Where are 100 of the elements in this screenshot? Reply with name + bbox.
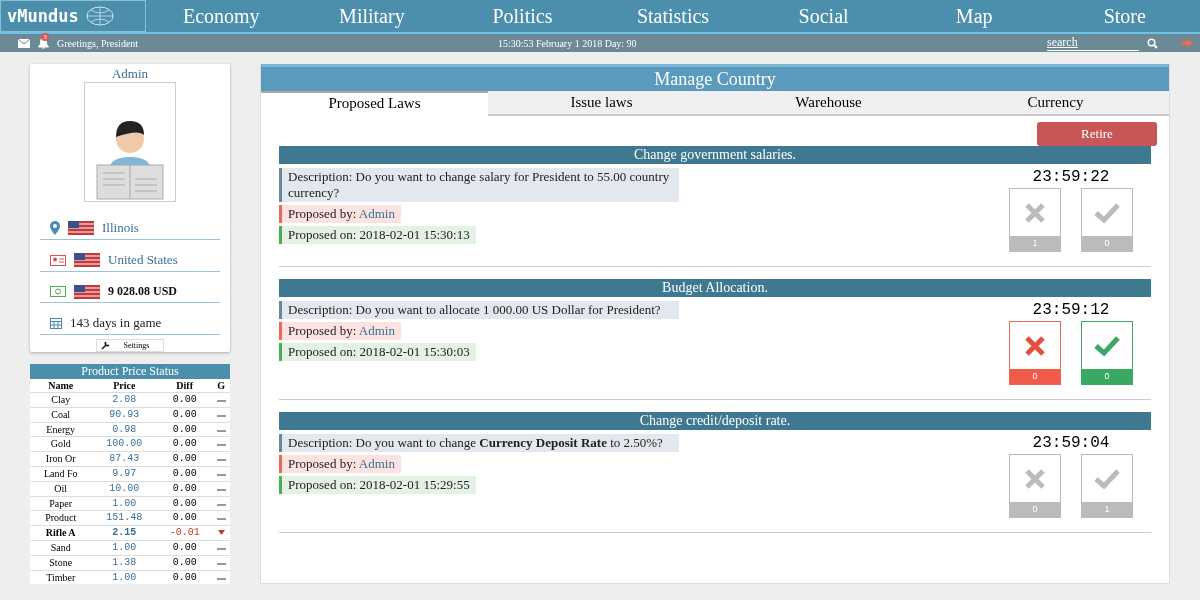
profile-info-text[interactable]: Illinois (102, 220, 139, 236)
law-title: Change credit/deposit rate. (279, 412, 1151, 430)
nav-link[interactable]: Map (898, 0, 1050, 32)
logo[interactable]: vMundus (0, 0, 146, 32)
table-cell: 0.98 (91, 422, 158, 437)
profile-info-text[interactable]: United States (108, 252, 178, 268)
proposed-by-text: Proposed by: Admin (279, 205, 401, 223)
table-cell: 100.00 (91, 436, 158, 452)
flag-icon (68, 221, 94, 235)
nav-link[interactable]: Statistics (597, 0, 749, 32)
table-cell: Oil (30, 481, 92, 497)
nav-link[interactable]: Politics (447, 0, 598, 32)
table-cell: Clay (30, 392, 92, 408)
law-title: Change government salaries. (279, 146, 1151, 164)
proposer-link[interactable]: Admin (358, 323, 395, 338)
law-title: Budget Allocation. (279, 279, 1151, 297)
table-cell: 1.00 (91, 496, 158, 511)
countdown-timer: 23:59:12 (1032, 301, 1110, 319)
tab[interactable]: Issue laws (488, 91, 715, 116)
player-name[interactable]: Admin (111, 66, 149, 82)
cross-icon (1024, 335, 1046, 357)
table-cell: Coal (30, 407, 92, 423)
table-cell: 0.00 (157, 466, 213, 482)
law-description: Description: Do you want to change salary for President to 55.00 country currency? (279, 168, 679, 202)
table-cell: Rifle A (30, 525, 92, 541)
vote-against-button[interactable]: 1 (1009, 188, 1061, 252)
checkmark-icon (1094, 335, 1120, 357)
table-cell: Gold (30, 436, 92, 452)
wrench-icon (100, 341, 110, 350)
table-cell: Timber (30, 570, 92, 585)
table-cell: 0.00 (157, 422, 213, 437)
table-cell: 2.08 (91, 392, 158, 408)
table-cell: 9.97 (91, 466, 158, 482)
table-cell: 0.00 (157, 540, 213, 556)
vote-against-button[interactable]: 0 (1009, 454, 1061, 518)
table-cell: 0.00 (157, 570, 213, 585)
table-cell: 0.00 (157, 481, 213, 497)
table-cell: Paper (30, 496, 92, 511)
flag-icon (74, 284, 100, 299)
panel-title: Manage Country (261, 64, 1169, 91)
table-cell: 1.00 (91, 540, 158, 556)
table-cell: 2.15 (91, 525, 158, 541)
table-cell: 90.93 (91, 407, 158, 423)
id-card-icon (50, 254, 66, 266)
cross-icon (1024, 468, 1046, 490)
table-cell: Product (30, 510, 92, 526)
settings-button[interactable]: Settings (95, 339, 165, 352)
days-in-game-text: 143 days in game (70, 315, 162, 331)
tab[interactable]: Warehouse (715, 91, 942, 116)
nav-link[interactable]: Store (1049, 0, 1200, 32)
retire-button[interactable]: Retire (1037, 122, 1157, 146)
nav-link[interactable]: Social (748, 0, 899, 32)
proposed-by-text: Proposed by: Admin (279, 455, 401, 473)
table-cell: 0.00 (157, 510, 213, 526)
proposer-link[interactable]: Admin (358, 456, 395, 471)
column-header: G (212, 379, 230, 393)
law-description: Description: Do you want to change Currency Deposit Rate to 2.50%? (279, 434, 679, 452)
date-time-text: 15:30:53 February 1 2018 Day: 90 (498, 37, 638, 49)
tab[interactable]: Currency (942, 91, 1169, 116)
table-cell: Stone (30, 555, 92, 571)
law-description: Description: Do you want to allocate 1 000.00 US Dollar for President? (279, 301, 679, 319)
table-cell: 1.00 (91, 570, 158, 585)
proposed-on-text: Proposed on: 2018-02-01 15:30:13 (279, 226, 476, 244)
bell-icon[interactable] (38, 37, 49, 49)
globe-icon (84, 6, 115, 26)
table-cell: 87.43 (91, 451, 158, 467)
table-cell: 0.00 (157, 496, 213, 511)
vote-for-button[interactable]: 0 (1081, 321, 1133, 385)
table-cell: 0.00 (157, 407, 213, 423)
proposer-link[interactable]: Admin (358, 206, 395, 221)
vote-against-button[interactable]: 0 (1009, 321, 1061, 385)
mail-icon[interactable] (18, 38, 30, 48)
location-pin-icon (50, 221, 60, 235)
countdown-timer: 23:59:04 (1032, 434, 1110, 452)
nav-link[interactable]: Military (296, 0, 448, 32)
table-cell: 0.00 (157, 555, 213, 571)
search-field[interactable]: search (1047, 35, 1139, 51)
search-icon[interactable] (1147, 37, 1158, 49)
column-header: Price (91, 379, 158, 393)
countdown-timer: 23:59:22 (1032, 168, 1110, 186)
table-cell: Energy (30, 422, 92, 437)
table-cell: -0.01 (157, 525, 213, 541)
checkmark-icon (1094, 202, 1120, 224)
table-cell: 0.00 (157, 392, 213, 408)
table-cell: Iron Or (30, 451, 92, 467)
table-cell: 1.38 (91, 555, 158, 571)
nav-link[interactable]: Economy (146, 0, 297, 32)
profile-info-text: 9 028.08 USD (108, 284, 177, 299)
column-header: Name (30, 379, 92, 393)
vote-for-button[interactable]: 1 (1081, 454, 1133, 518)
table-title: Product Price Status (30, 364, 230, 379)
banknote-icon (50, 286, 66, 297)
table-cell: Sand (30, 540, 92, 556)
proposed-on-text: Proposed on: 2018-02-01 15:30:03 (279, 343, 476, 361)
proposed-by-text: Proposed by: Admin (279, 322, 401, 340)
table-cell: 0.00 (157, 436, 213, 452)
proposed-on-text: Proposed on: 2018-02-01 15:29:55 (279, 476, 476, 494)
vote-for-button[interactable]: 0 (1081, 188, 1133, 252)
flag-icon (74, 253, 100, 267)
calendar-icon (50, 317, 62, 329)
